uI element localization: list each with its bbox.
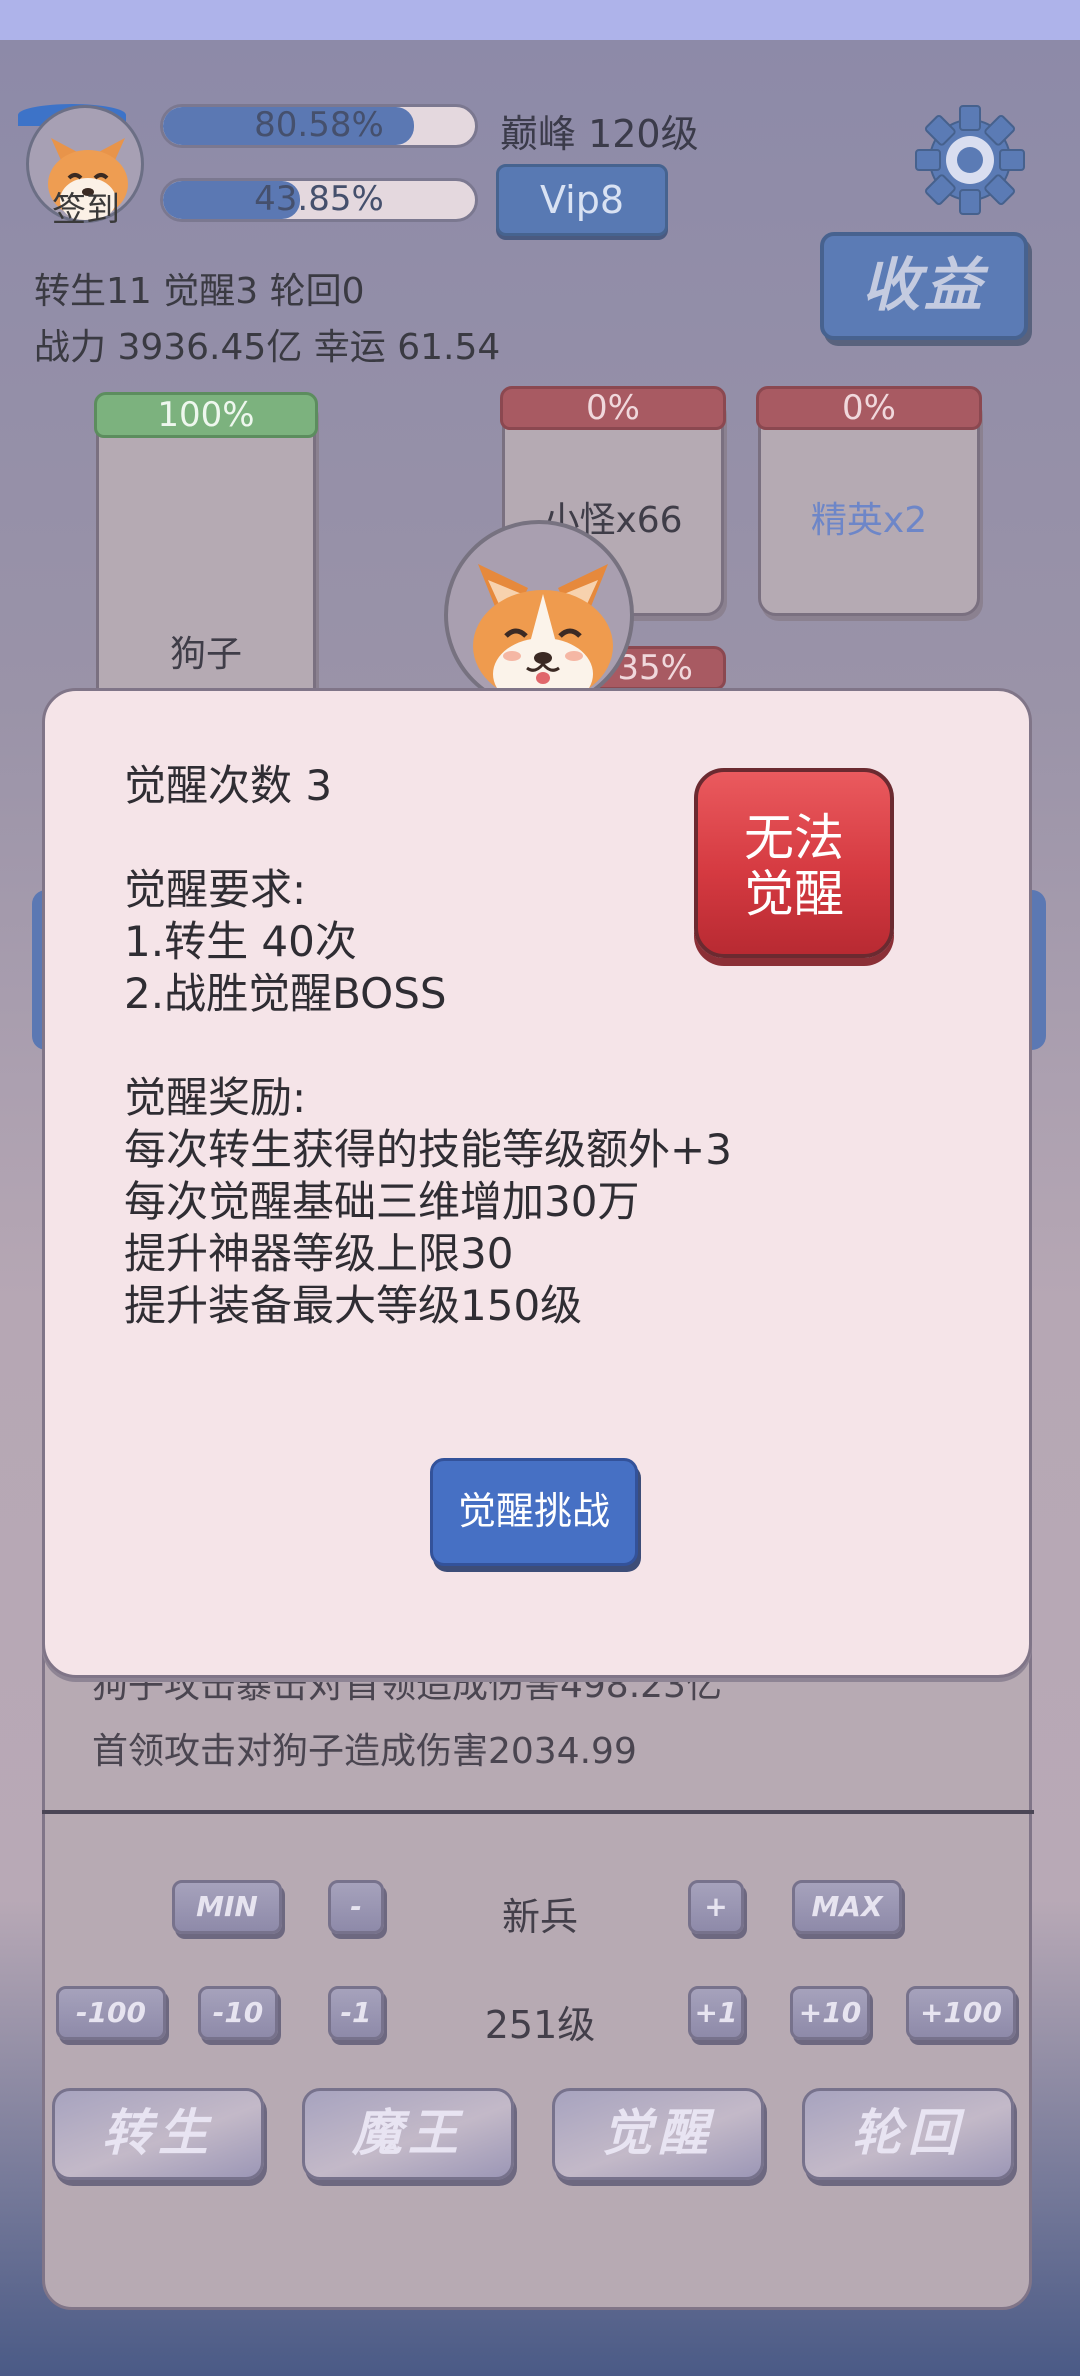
cannot-awaken-button[interactable]: 无法 觉醒: [694, 768, 894, 958]
minion-progress-badge: 0%: [500, 386, 726, 430]
rebirth-stats: 转生11 觉醒3 轮回0: [34, 271, 365, 312]
plus-10-button[interactable]: +10: [790, 1986, 870, 2040]
income-button[interactable]: 收益: [820, 232, 1028, 340]
rank-label: 新兵: [501, 1895, 578, 1939]
reward-4: 提升装备最大等级150级: [124, 1281, 583, 1330]
plus-button[interactable]: +: [688, 1880, 744, 1934]
log-divider: [42, 1810, 1034, 1814]
min-button[interactable]: MIN: [172, 1880, 282, 1934]
pet-portrait[interactable]: [444, 520, 634, 710]
settings-button[interactable]: [910, 100, 1030, 220]
demon-king-button[interactable]: 魔王: [302, 2088, 514, 2180]
minus-button[interactable]: -: [328, 1880, 384, 1934]
vip-button[interactable]: Vip8: [496, 164, 668, 236]
battle-log-line: 首领攻击对狗子造成伤害2034.99: [92, 1731, 637, 1772]
requirement-2: 2.战胜觉醒BOSS: [124, 969, 447, 1018]
minus-10-button[interactable]: -10: [198, 1986, 278, 2040]
cannot-awaken-line2: 觉醒: [744, 865, 844, 923]
secondary-progress-text: 43.85%: [254, 179, 384, 219]
elite-progress-badge: 0%: [756, 386, 982, 430]
exp-progress-text: 80.58%: [254, 105, 384, 145]
rebirth-button[interactable]: 转生: [52, 2088, 264, 2180]
status-strip: [0, 0, 1080, 40]
signin-label[interactable]: 签到: [38, 182, 134, 231]
level-label: 251级: [484, 2003, 596, 2047]
secondary-progress-bar: 43.85%: [160, 178, 478, 222]
minus-100-button[interactable]: -100: [56, 1986, 166, 2040]
plus-100-button[interactable]: +100: [906, 1986, 1016, 2040]
player-hp-badge: 100%: [94, 392, 318, 438]
max-button[interactable]: MAX: [792, 1880, 902, 1934]
gear-icon: [915, 105, 1025, 215]
awaken-challenge-button[interactable]: 觉醒挑战: [430, 1458, 638, 1566]
player-name: 狗子: [169, 634, 242, 675]
elite-label: 精英x2: [810, 500, 928, 541]
corgi-pet-icon: [473, 564, 613, 706]
plus-1-button[interactable]: +1: [688, 1986, 744, 2040]
exp-progress-bar: 80.58%: [160, 104, 478, 148]
reincarnation-button[interactable]: 轮回: [802, 2088, 1014, 2180]
awaken-count: 觉醒次数 3: [124, 761, 333, 810]
peak-level: 巅峰 120级: [500, 112, 699, 156]
power-luck-stats: 战力 3936.45亿 幸运 61.54: [34, 327, 501, 368]
awaken-tab-button[interactable]: 觉醒: [552, 2088, 764, 2180]
player-card[interactable]: 狗子: [96, 394, 316, 714]
minus-1-button[interactable]: -1: [328, 1986, 384, 2040]
cannot-awaken-line1: 无法: [744, 809, 844, 867]
